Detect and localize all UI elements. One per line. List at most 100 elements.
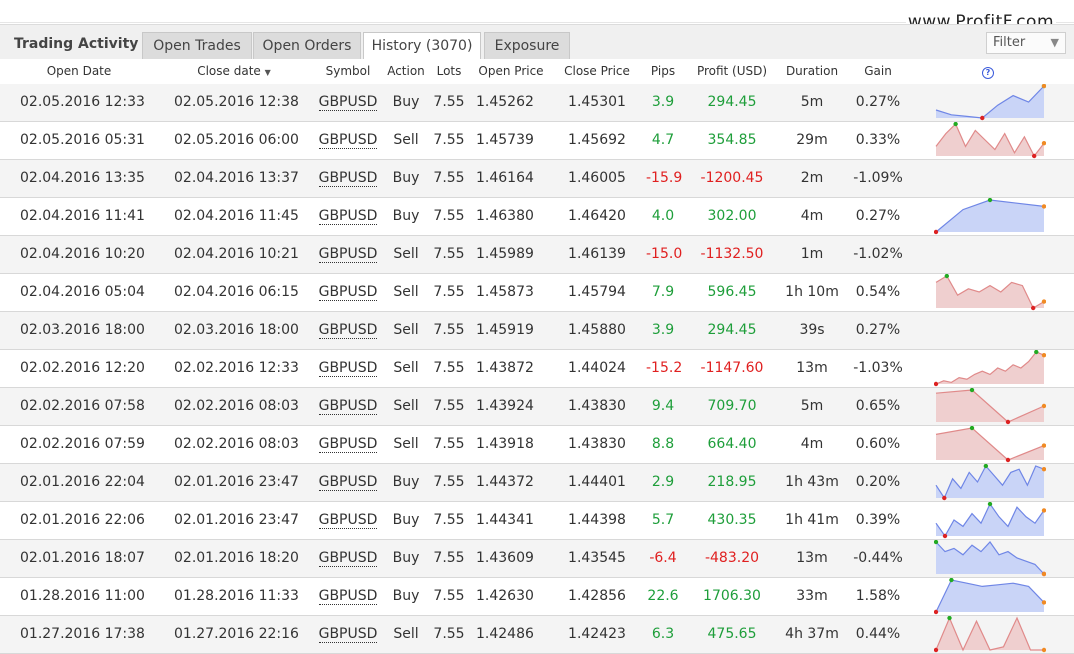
pips-cell: 4.0 [651,208,675,224]
sparkline-low-marker [1031,153,1037,159]
open-price-cell: 1.45919 [476,322,534,338]
header-close-price[interactable]: Close Price [562,59,632,83]
lots-cell: 7.55 [433,208,465,224]
action-cell: Sell [393,284,419,300]
header-open-price[interactable]: Open Price [476,59,546,83]
duration-cell: 5m [800,398,824,414]
table-row[interactable]: 02.05.2016 12:33 02.05.2016 12:38 GBPUSD Bu… [0,84,1074,122]
symbol-label: GBPUSD [318,208,378,225]
action-cell: Buy [392,170,420,186]
table-row[interactable]: 02.04.2016 13:35 02.04.2016 13:37 GBPUSD Bu… [0,160,1074,198]
symbol-link[interactable]: GBPUSD [318,578,378,615]
profit-cell: -1200.45 [700,170,764,186]
close-price-cell: 1.42856 [568,588,626,604]
symbol-link[interactable]: GBPUSD [318,502,378,539]
gain-cell: 1.58% [855,588,901,604]
tab-exposure[interactable]: Exposure [484,32,570,59]
close-date-cell: 02.03.2016 18:00 [174,322,299,338]
close-date-cell: 02.05.2016 12:38 [174,94,299,110]
table-row[interactable]: 02.05.2016 05:31 02.05.2016 06:00 GBPUSD Se… [0,122,1074,160]
tab-history[interactable]: History (3070) [363,32,481,60]
gain-cell: -1.02% [853,246,903,262]
symbol-link[interactable]: GBPUSD [318,388,378,425]
symbol-link[interactable]: GBPUSD [318,616,378,653]
sparkline-end-marker [1041,571,1046,577]
action-cell: Sell [393,246,419,262]
symbol-link[interactable]: GBPUSD [318,426,378,463]
profit-cell: 218.95 [707,474,757,490]
symbol-link[interactable]: GBPUSD [318,84,378,121]
header-open-date[interactable]: Open Date [20,59,138,83]
open-price-cell: 1.44372 [476,474,534,490]
symbol-link[interactable]: GBPUSD [318,350,378,387]
symbol-link[interactable]: GBPUSD [318,236,378,273]
open-price-cell: 1.43924 [476,398,534,414]
table-row[interactable]: 02.02.2016 07:59 02.02.2016 08:03 GBPUSD Se… [0,426,1074,464]
close-price-cell: 1.45692 [568,132,626,148]
lots-cell: 7.55 [433,550,465,566]
action-cell: Buy [392,94,420,110]
lots-cell: 7.55 [433,94,465,110]
sparkline-high-marker [969,388,975,393]
symbol-label: GBPUSD [318,436,378,453]
header-duration[interactable]: Duration [782,59,842,83]
sparkline-area [936,124,1044,156]
symbol-label: GBPUSD [318,588,378,605]
close-price-cell: 1.44401 [568,474,626,490]
symbol-link[interactable]: GBPUSD [318,312,378,349]
sparkline-low-marker [934,609,939,615]
symbol-link[interactable]: GBPUSD [318,540,378,577]
gain-cell: 0.27% [855,322,901,338]
sparkline-end-marker [1041,141,1046,146]
open-date-cell: 02.05.2016 12:33 [20,94,145,110]
header-gain[interactable]: Gain [856,59,900,83]
header-profit[interactable]: Profit (USD) [692,59,772,83]
symbol-label: GBPUSD [318,284,378,301]
trade-sparkline [935,426,1046,463]
symbol-link[interactable]: GBPUSD [318,464,378,501]
table-row[interactable]: 02.02.2016 07:58 02.02.2016 08:03 GBPUSD Se… [0,388,1074,426]
table-row[interactable]: 02.01.2016 22:04 02.01.2016 23:47 GBPUSD Bu… [0,464,1074,502]
filter-dropdown[interactable]: Filter ▼ [986,32,1066,54]
trade-sparkline [934,578,1046,615]
duration-cell: 39s [799,322,825,338]
sparkline-high-marker [953,122,958,127]
trade-sparkline [934,616,1046,653]
header-action[interactable]: Action [384,59,428,83]
header-lots[interactable]: Lots [432,59,466,83]
table-row[interactable]: 02.03.2016 18:00 02.03.2016 18:00 GBPUSD Se… [0,312,1074,350]
help-icon-wrapper[interactable]: ? [978,59,998,83]
tab-open-trades[interactable]: Open Trades [142,32,252,59]
profit-cell: -1147.60 [700,360,764,376]
open-price-cell: 1.44341 [476,512,534,528]
close-price-cell: 1.43545 [568,550,626,566]
open-date-cell: 02.04.2016 11:41 [20,208,145,224]
duration-cell: 29m [796,132,828,148]
tab-open-orders[interactable]: Open Orders [253,32,361,59]
table-row[interactable]: 02.01.2016 22:06 02.01.2016 23:47 GBPUSD Bu… [0,502,1074,540]
header-symbol[interactable]: Symbol [318,59,378,83]
table-row[interactable]: 02.02.2016 12:20 02.02.2016 12:33 GBPUSD Se… [0,350,1074,388]
trade-sparkline [934,198,1046,235]
symbol-link[interactable]: GBPUSD [318,198,378,235]
gain-cell: -1.03% [853,360,903,376]
open-price-cell: 1.46380 [476,208,534,224]
sparkline-end-marker [1041,299,1046,304]
sparkline-low-marker [934,229,939,235]
table-row[interactable]: 02.01.2016 18:07 02.01.2016 18:20 GBPUSD Bu… [0,540,1074,578]
table-row[interactable]: 01.27.2016 17:38 01.27.2016 22:16 GBPUSD Se… [0,616,1074,654]
symbol-link[interactable]: GBPUSD [318,160,378,197]
symbol-link[interactable]: GBPUSD [318,274,378,311]
table-row[interactable]: 02.04.2016 11:41 02.04.2016 11:45 GBPUSD Bu… [0,198,1074,236]
header-close-date[interactable]: Close date ▼ [178,59,290,83]
table-row[interactable]: 02.04.2016 10:20 02.04.2016 10:21 GBPUSD Se… [0,236,1074,274]
table-row[interactable]: 01.28.2016 11:00 01.28.2016 11:33 GBPUSD Bu… [0,578,1074,616]
profit-cell: -483.20 [704,550,760,566]
table-row[interactable]: 02.04.2016 05:04 02.04.2016 06:15 GBPUSD Se… [0,274,1074,312]
open-date-cell: 02.01.2016 22:04 [20,474,145,490]
header-pips[interactable]: Pips [646,59,680,83]
header-close-date-label: Close date [197,64,261,78]
lots-cell: 7.55 [433,398,465,414]
symbol-link[interactable]: GBPUSD [318,122,378,159]
close-price-cell: 1.43830 [568,436,626,452]
